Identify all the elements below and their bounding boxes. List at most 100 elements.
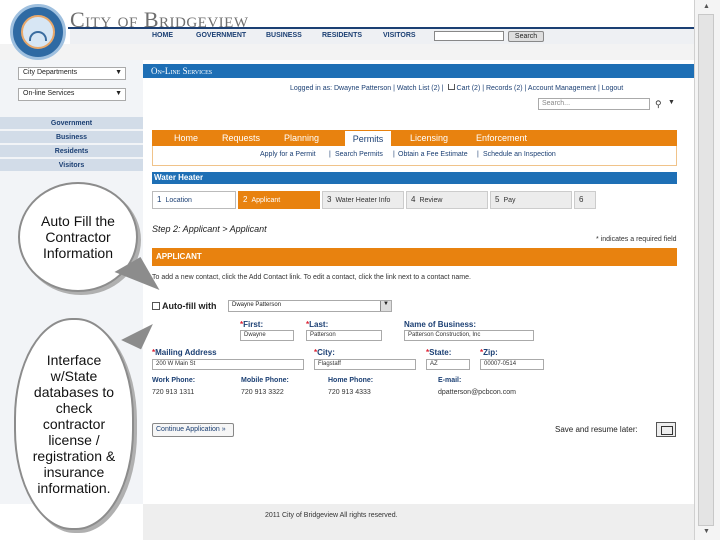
interface-callout: Interface w/State databases to check con… — [14, 318, 134, 530]
save-resume-label: Save and resume later: — [555, 425, 638, 434]
step-number: 6 — [579, 195, 584, 204]
main-panel — [143, 60, 694, 504]
departments-select[interactable]: City Departments ▼ — [18, 67, 126, 80]
footer — [143, 504, 694, 540]
mailing-address-field[interactable]: 200 W Main St — [152, 359, 304, 370]
wizard-steps: 1 Location 2 Applicant 3 Water Heater Info … — [152, 191, 677, 209]
tab-requests[interactable]: Requests — [222, 130, 260, 146]
nav-residents[interactable]: RESIDENTS — [322, 32, 362, 39]
account-management-link[interactable]: Account Management — [528, 85, 596, 92]
last-name-label: *Last: — [306, 320, 329, 329]
step-label: Pay — [503, 197, 516, 204]
permit-title-bar: Water Heater — [152, 172, 677, 184]
step-pay[interactable]: 5 Pay — [490, 191, 572, 209]
business-name-label: Name of Business: — [404, 320, 477, 329]
search-icon[interactable]: ⚲ — [655, 99, 662, 110]
step-label: Location — [165, 197, 192, 204]
last-name-field[interactable]: Patterson — [306, 330, 382, 341]
logged-in-text: Logged in as: Dwayne Patterson — [290, 85, 392, 92]
step-title: Step 2: Applicant > Applicant — [152, 224, 267, 234]
chevron-down-icon: ▼ — [115, 69, 122, 76]
tab-enforcement[interactable]: Enforcement — [476, 130, 527, 146]
online-services-bar: On-Line Services — [143, 64, 694, 78]
first-name-field[interactable]: Dwayne — [240, 330, 294, 341]
services-search-input[interactable]: Search... — [538, 98, 650, 110]
subnav-apply-permit[interactable]: Apply for a Permit — [260, 151, 316, 158]
bridge-icon — [29, 31, 47, 41]
sidebar-item-residents[interactable]: Residents — [0, 145, 143, 158]
cart-icon — [447, 84, 455, 90]
online-services-select-value: On-line Services — [23, 90, 75, 97]
permit-subnav: Apply for a Permit | Search Permits | Ob… — [152, 146, 677, 166]
autofill-label: Auto-fill with — [162, 301, 217, 311]
sidebar-item-government[interactable]: Government — [0, 117, 143, 130]
scroll-up-icon[interactable]: ▲ — [703, 3, 710, 10]
step-water-heater-info[interactable]: 3 Water Heater Info — [322, 191, 404, 209]
mailing-address-label: *Mailing Address — [152, 348, 217, 357]
departments-select-value: City Departments — [23, 69, 78, 76]
continue-application-button[interactable]: Continue Application » — [152, 423, 234, 437]
autofill-select[interactable]: Dwayne Patterson ▼ — [228, 300, 392, 312]
cart-link[interactable]: Cart (2) — [457, 85, 481, 92]
logout-link[interactable]: Logout — [602, 85, 623, 92]
nav-home[interactable]: HOME — [152, 32, 173, 39]
autofill-checkbox[interactable] — [152, 302, 160, 310]
nav-visitors[interactable]: VISITORS — [383, 32, 416, 39]
subnav-search-permits[interactable]: Search Permits — [335, 151, 383, 158]
subnav-schedule-inspection[interactable]: Schedule an Inspection — [483, 151, 556, 158]
step-number: 3 — [327, 195, 332, 204]
business-name-field[interactable]: Patterson Construction, Inc — [404, 330, 534, 341]
step-review[interactable]: 4 Review — [406, 191, 488, 209]
scrollbar-thumb[interactable] — [698, 14, 714, 526]
chevron-down-icon[interactable]: ▼ — [668, 99, 675, 106]
step-six[interactable]: 6 — [574, 191, 596, 209]
top-nav: HOME GOVERNMENT BUSINESS RESIDENTS VISIT… — [70, 29, 694, 44]
step-number: 2 — [243, 195, 248, 204]
step-number: 5 — [495, 195, 500, 204]
tab-home[interactable]: Home — [174, 130, 198, 146]
email-value: dpatterson@pcbcon.com — [438, 389, 516, 396]
step-label: Applicant — [251, 197, 281, 204]
step-label: Water Heater Info — [335, 197, 391, 204]
contact-instructions: To add a new contact, click the Add Cont… — [152, 274, 471, 281]
state-label: *State: — [426, 348, 452, 357]
mobile-phone-label: Mobile Phone: — [241, 377, 289, 384]
sidebar-item-visitors[interactable]: Visitors — [0, 159, 143, 172]
subnav-fee-estimate[interactable]: Obtain a Fee Estimate — [398, 151, 468, 158]
step-number: 4 — [411, 195, 416, 204]
mobile-phone-value: 720 913 3322 — [241, 389, 284, 396]
tab-permits[interactable]: Permits — [344, 130, 392, 146]
save-icon[interactable] — [656, 422, 676, 437]
online-services-select[interactable]: On-line Services ▼ — [18, 88, 126, 101]
step-number: 1 — [157, 195, 162, 204]
tab-planning[interactable]: Planning — [284, 130, 319, 146]
city-seal-logo[interactable] — [10, 4, 66, 60]
sidebar-item-business[interactable]: Business — [0, 131, 143, 144]
home-phone-label: Home Phone: — [328, 377, 374, 384]
watch-list-link[interactable]: Watch List (2) — [397, 85, 440, 92]
tab-licensing[interactable]: Licensing — [410, 130, 448, 146]
step-applicant[interactable]: 2 Applicant — [238, 191, 320, 209]
city-field[interactable]: Flagstaff — [314, 359, 416, 370]
state-select-value: AZ — [430, 361, 438, 367]
state-select[interactable]: AZ — [426, 359, 470, 370]
zip-label: *Zip: — [480, 348, 498, 357]
step-location[interactable]: 1 Location — [152, 191, 236, 209]
site-search-input[interactable] — [434, 31, 504, 41]
autofill-label-row: Auto-fill with — [152, 301, 216, 311]
required-note: * indicates a required field — [596, 236, 677, 243]
city-label: *City: — [314, 348, 335, 357]
site-search-button[interactable]: Search — [508, 31, 544, 42]
main-tabs: Home Requests Planning Permits Licensing… — [152, 130, 677, 146]
subnav-sep: | — [329, 151, 331, 158]
autofill-select-value: Dwayne Patterson — [232, 302, 282, 308]
chevron-down-icon: ▼ — [380, 301, 391, 311]
chevron-down-icon: ▼ — [115, 90, 122, 97]
applicant-section-header: APPLICANT — [152, 248, 677, 266]
nav-business[interactable]: BUSINESS — [266, 32, 302, 39]
nav-government[interactable]: GOVERNMENT — [196, 32, 246, 39]
zip-field[interactable]: 00007-0514 — [480, 359, 544, 370]
records-link[interactable]: Records (2) — [486, 85, 523, 92]
scroll-down-icon[interactable]: ▼ — [703, 528, 710, 535]
work-phone-value: 720 913 1311 — [152, 389, 195, 396]
